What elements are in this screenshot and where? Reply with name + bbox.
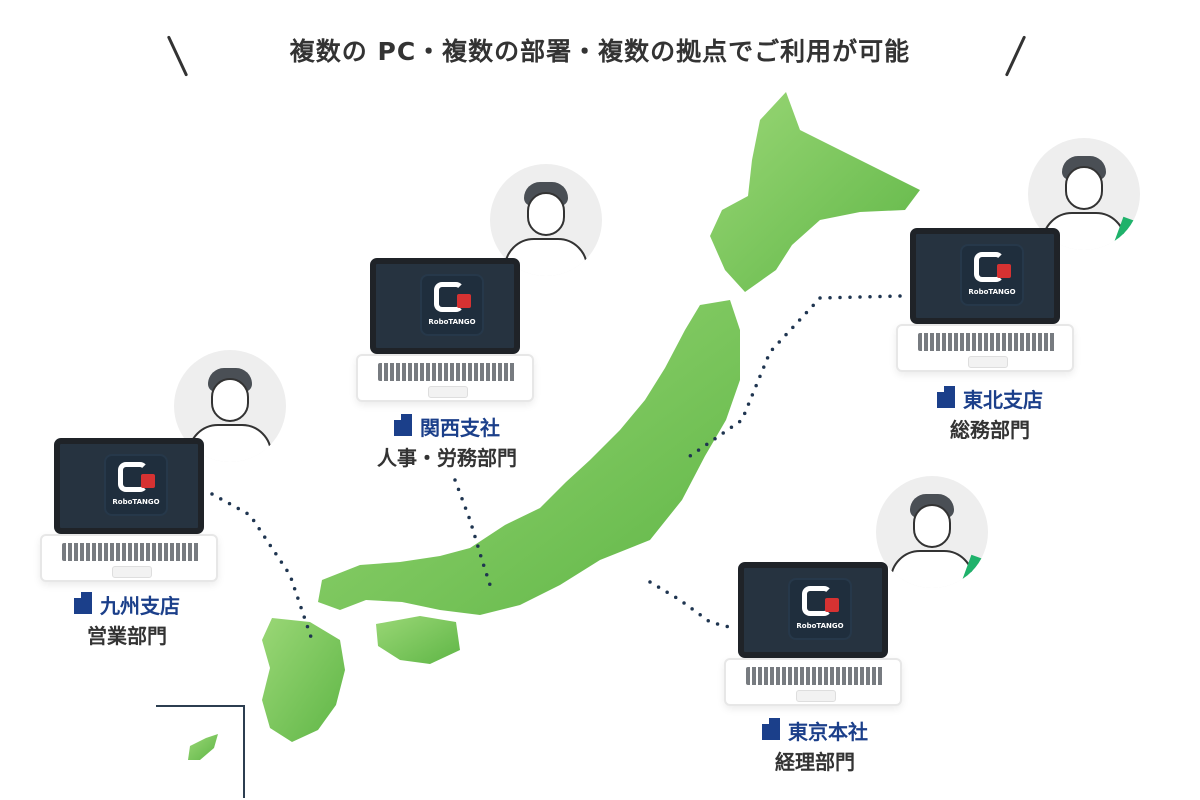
- branch-department: 営業部門: [87, 624, 167, 648]
- laptop-screen: RoboTANGO: [910, 228, 1060, 324]
- branch-tohoku: 東北支店 総務部門: [895, 386, 1085, 446]
- laptop-screen: RoboTANGO: [54, 438, 204, 534]
- branch-department: 人事・労務部門: [377, 446, 517, 470]
- branch-name: 東京本社: [720, 718, 910, 746]
- robotango-logo: RoboTANGO: [788, 578, 852, 640]
- building-icon: [762, 718, 780, 740]
- branch-name: 東北支店: [895, 386, 1085, 414]
- laptop-base: [724, 658, 902, 706]
- building-icon: [937, 386, 955, 408]
- branch-department: 総務部門: [950, 418, 1030, 442]
- laptop-base: [40, 534, 218, 582]
- laptop-base: [356, 354, 534, 402]
- building-icon: [394, 414, 412, 436]
- connector-tokyo: [648, 580, 735, 630]
- branch-name: 関西支社: [352, 414, 542, 442]
- logo-text: RoboTANGO: [112, 498, 160, 506]
- branch-kyushu: 九州支店 営業部門: [32, 592, 222, 652]
- branch-tokyo: 東京本社 経理部門: [720, 718, 910, 778]
- person-avatar-tokyo: [876, 476, 988, 588]
- laptop-base: [896, 324, 1074, 372]
- logo-text: RoboTANGO: [428, 318, 476, 326]
- robotango-logo: RoboTANGO: [960, 244, 1024, 306]
- laptop-screen: RoboTANGO: [370, 258, 520, 354]
- infographic: 複数の PC・複数の部署・複数の拠点でご利用が可能 RoboTANGO Robo…: [0, 0, 1200, 800]
- robotango-logo: RoboTANGO: [420, 274, 484, 336]
- kyushu-shape: [262, 618, 345, 742]
- connector-kyushu: [210, 492, 314, 642]
- logo-text: RoboTANGO: [968, 288, 1016, 296]
- logo-text: RoboTANGO: [796, 622, 844, 630]
- branch-department: 経理部門: [775, 750, 855, 774]
- branch-name: 九州支店: [32, 592, 222, 620]
- robotango-logo: RoboTANGO: [104, 454, 168, 516]
- building-icon: [74, 592, 92, 614]
- branch-kansai: 関西支社 人事・労務部門: [352, 414, 542, 474]
- okinawa-shape: [188, 734, 218, 760]
- hokkaido-shape: [710, 92, 920, 292]
- shikoku-shape: [376, 616, 460, 664]
- laptop-screen: RoboTANGO: [738, 562, 888, 658]
